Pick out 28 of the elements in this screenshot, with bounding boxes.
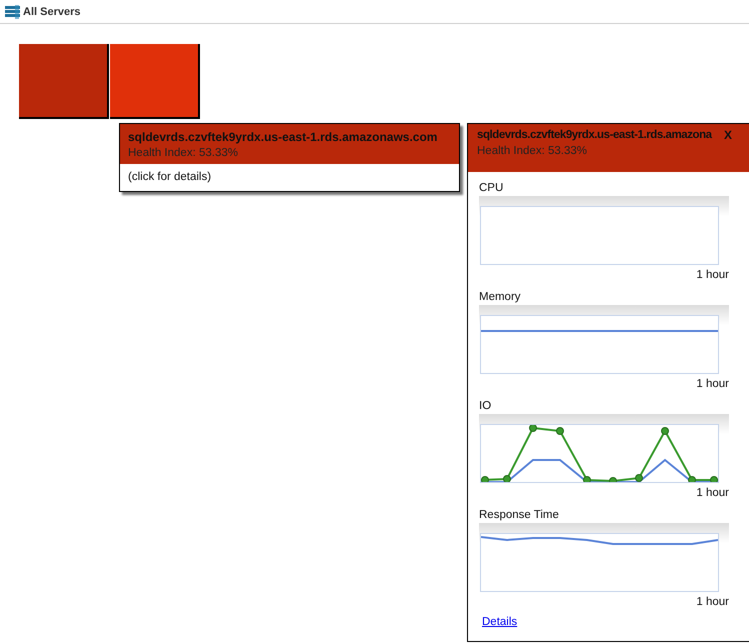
server-tile[interactable] (19, 44, 109, 119)
chart-label: CPU (479, 182, 504, 196)
chart-label: Memory (479, 291, 522, 305)
server-tile[interactable] (110, 44, 200, 119)
chart-point (661, 427, 669, 435)
time-span: 1 hour (696, 596, 729, 608)
chart-point (556, 427, 564, 435)
chart-point (481, 476, 489, 483)
server-name: sqldevrds.czvftek9yrdx.us-east-1.rds.amazona (477, 129, 712, 141)
chart-point (583, 476, 591, 483)
health-index: Health Index: 53.33% (128, 147, 238, 159)
time-span: 1 hour (696, 269, 729, 281)
chart-point (529, 424, 537, 432)
chart-point (609, 477, 617, 483)
health-index: Health Index: 53.33% (477, 145, 587, 157)
details-link[interactable]: Details (482, 616, 518, 628)
server-rack-icon (5, 4, 20, 18)
page-title: All Servers (23, 6, 80, 18)
chart-label: Response Time (479, 509, 560, 523)
chart-point (635, 474, 643, 482)
chart-point (710, 476, 718, 483)
chart-point (503, 475, 511, 483)
chart-label: IO (479, 400, 492, 414)
time-span: 1 hour (696, 378, 729, 390)
tooltip-hint: (click for details) (127, 170, 212, 185)
server-name: sqldevrds.czvftek9yrdx.us-east-1.rds.amazonaws.com (128, 130, 438, 144)
chart-point (688, 476, 696, 483)
time-span: 1 hour (696, 487, 729, 499)
